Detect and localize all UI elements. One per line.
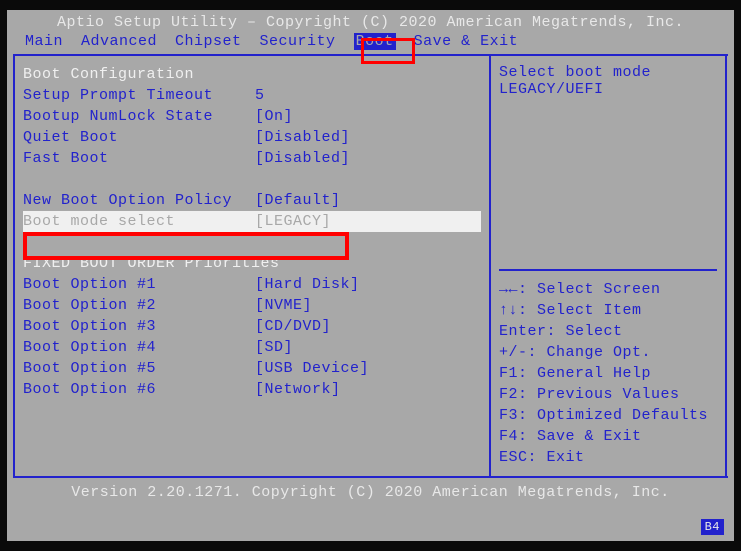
row-setup-prompt-timeout[interactable]: Setup Prompt Timeout 5: [23, 85, 481, 106]
help-f3: F3: Optimized Defaults: [499, 405, 717, 426]
label: Boot Option #6: [23, 379, 255, 400]
section-boot-config: Boot Configuration: [23, 64, 481, 85]
menu-advanced[interactable]: Advanced: [81, 33, 157, 50]
label: Boot Option #2: [23, 295, 255, 316]
help-description: Select boot mode LEGACY/UEFI: [499, 64, 717, 269]
label: Boot Option #1: [23, 274, 255, 295]
label: Boot Option #5: [23, 358, 255, 379]
value: [NVME]: [255, 295, 312, 316]
value: [CD/DVD]: [255, 316, 331, 337]
help-select-screen: →←: Select Screen: [499, 279, 717, 300]
help-f4: F4: Save & Exit: [499, 426, 717, 447]
value: [USB Device]: [255, 358, 369, 379]
value: [Disabled]: [255, 148, 350, 169]
value: [Network]: [255, 379, 341, 400]
label: New Boot Option Policy: [23, 190, 255, 211]
help-f2: F2: Previous Values: [499, 384, 717, 405]
label: Boot mode select: [23, 211, 255, 232]
desc-line-1: Select boot mode: [499, 64, 717, 81]
section-fixed-boot-order: FIXED BOOT ORDER Priorities: [23, 253, 481, 274]
help-esc: ESC: Exit: [499, 447, 717, 468]
row-boot-option-5[interactable]: Boot Option #5 [USB Device]: [23, 358, 481, 379]
desc-line-2: LEGACY/UEFI: [499, 81, 717, 98]
key-help: →←: Select Screen ↑↓: Select Item Enter:…: [499, 269, 717, 468]
help-enter-select: Enter: Select: [499, 321, 717, 342]
row-bootup-numlock[interactable]: Bootup NumLock State [On]: [23, 106, 481, 127]
bios-footer: Version 2.20.1271. Copyright (C) 2020 Am…: [7, 478, 734, 501]
row-boot-option-2[interactable]: Boot Option #2 [NVME]: [23, 295, 481, 316]
row-boot-mode-select[interactable]: Boot mode select [LEGACY]: [23, 211, 481, 232]
panels: Boot Configuration Setup Prompt Timeout …: [13, 54, 728, 478]
row-boot-option-4[interactable]: Boot Option #4 [SD]: [23, 337, 481, 358]
value: [Default]: [255, 190, 341, 211]
help-select-item: ↑↓: Select Item: [499, 300, 717, 321]
menu-bar: Main Advanced Chipset Security Boot Save…: [7, 33, 734, 54]
value: [LEGACY]: [255, 211, 331, 232]
help-change-opt: +/-: Change Opt.: [499, 342, 717, 363]
value: [Hard Disk]: [255, 274, 360, 295]
value: [On]: [255, 106, 293, 127]
value: [Disabled]: [255, 127, 350, 148]
label: Quiet Boot: [23, 127, 255, 148]
label: Setup Prompt Timeout: [23, 85, 255, 106]
row-boot-option-6[interactable]: Boot Option #6 [Network]: [23, 379, 481, 400]
help-f1: F1: General Help: [499, 363, 717, 384]
row-quiet-boot[interactable]: Quiet Boot [Disabled]: [23, 127, 481, 148]
menu-save-exit[interactable]: Save & Exit: [414, 33, 519, 50]
bios-screen: Aptio Setup Utility – Copyright (C) 2020…: [7, 10, 734, 541]
row-fast-boot[interactable]: Fast Boot [Disabled]: [23, 148, 481, 169]
menu-main[interactable]: Main: [25, 33, 63, 50]
label: Boot Option #3: [23, 316, 255, 337]
value: 5: [255, 85, 265, 106]
menu-chipset[interactable]: Chipset: [175, 33, 242, 50]
row-new-boot-option-policy[interactable]: New Boot Option Policy [Default]: [23, 190, 481, 211]
row-boot-option-1[interactable]: Boot Option #1 [Hard Disk]: [23, 274, 481, 295]
bios-header: Aptio Setup Utility – Copyright (C) 2020…: [7, 10, 734, 33]
menu-security[interactable]: Security: [260, 33, 336, 50]
menu-boot[interactable]: Boot: [354, 33, 396, 50]
label: Boot Option #4: [23, 337, 255, 358]
version-badge: B4: [701, 519, 724, 535]
label: Bootup NumLock State: [23, 106, 255, 127]
value: [SD]: [255, 337, 293, 358]
label: Fast Boot: [23, 148, 255, 169]
row-boot-option-3[interactable]: Boot Option #3 [CD/DVD]: [23, 316, 481, 337]
right-panel: Select boot mode LEGACY/UEFI →←: Select …: [491, 56, 727, 476]
left-panel: Boot Configuration Setup Prompt Timeout …: [13, 56, 491, 476]
